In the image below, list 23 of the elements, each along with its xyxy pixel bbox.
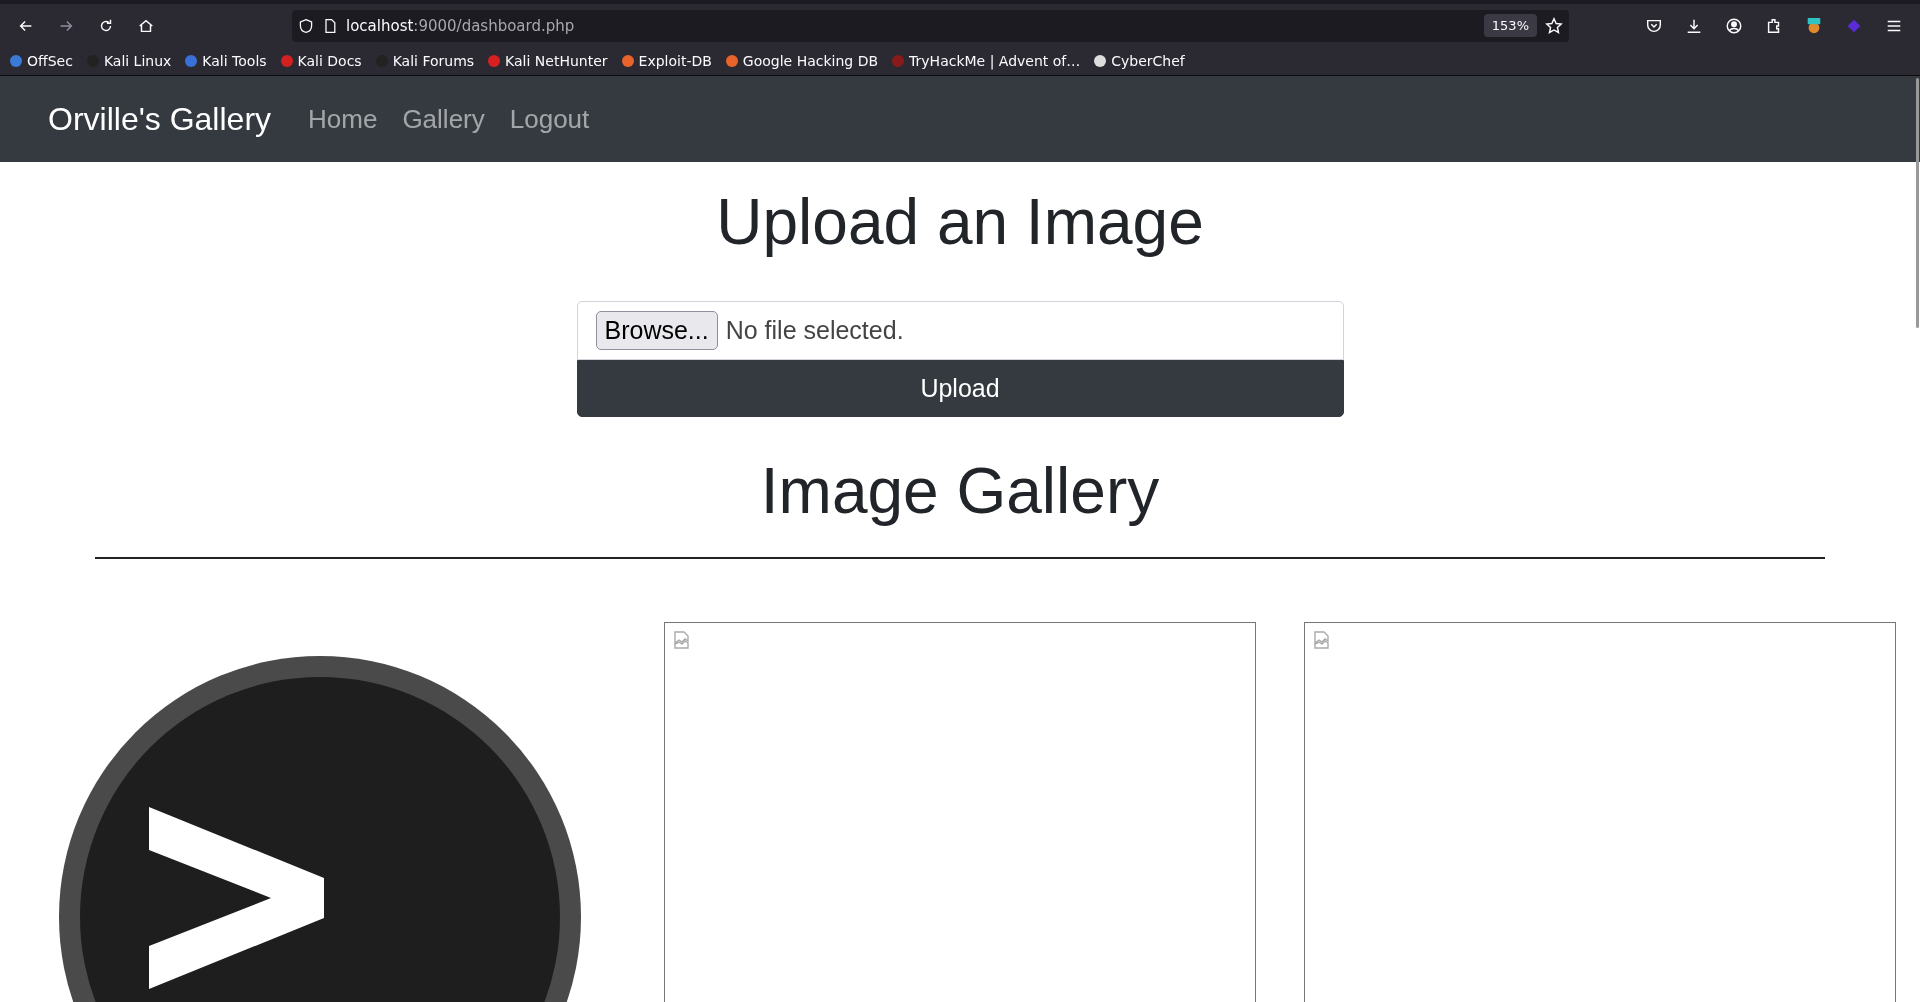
nav-link[interactable]: Home — [308, 103, 378, 135]
file-input[interactable]: Browse... No file selected. — [576, 300, 1344, 360]
nav-link[interactable]: Gallery — [402, 103, 485, 135]
bookmark[interactable]: Google Hacking DB — [725, 53, 879, 69]
bookmark[interactable]: Kali Forums — [375, 53, 475, 69]
file-status: No file selected. — [725, 315, 904, 345]
bookmark[interactable]: Kali Tools — [185, 53, 267, 69]
bookmark[interactable]: CyberChef — [1094, 53, 1185, 69]
nav-link[interactable]: Logout — [509, 103, 590, 135]
page-heading: Upload an Image — [715, 185, 1205, 260]
bookmark[interactable]: TryHackMe | Advent of… — [892, 53, 1081, 69]
bookmark[interactable]: Kali Linux — [86, 53, 172, 69]
bookmark[interactable]: Exploit-DB — [621, 53, 712, 69]
bookmark[interactable]: Kali NetHunter — [488, 53, 608, 69]
address-bar[interactable]: localhost:9000/dashboard.php 153% — [292, 9, 1569, 42]
browse-button[interactable]: Browse... — [595, 310, 718, 350]
site-brand[interactable]: Orville's Gallery — [48, 100, 272, 138]
zoom-level[interactable]: 153% — [1483, 14, 1537, 37]
url-text: localhost:9000/dashboard.php — [346, 16, 576, 35]
upload-button[interactable]: Upload — [576, 359, 1344, 417]
bookmark[interactable]: OffSec — [10, 53, 73, 69]
section-heading: Image Gallery — [759, 453, 1161, 529]
bookmark[interactable]: Kali Docs — [280, 53, 362, 69]
